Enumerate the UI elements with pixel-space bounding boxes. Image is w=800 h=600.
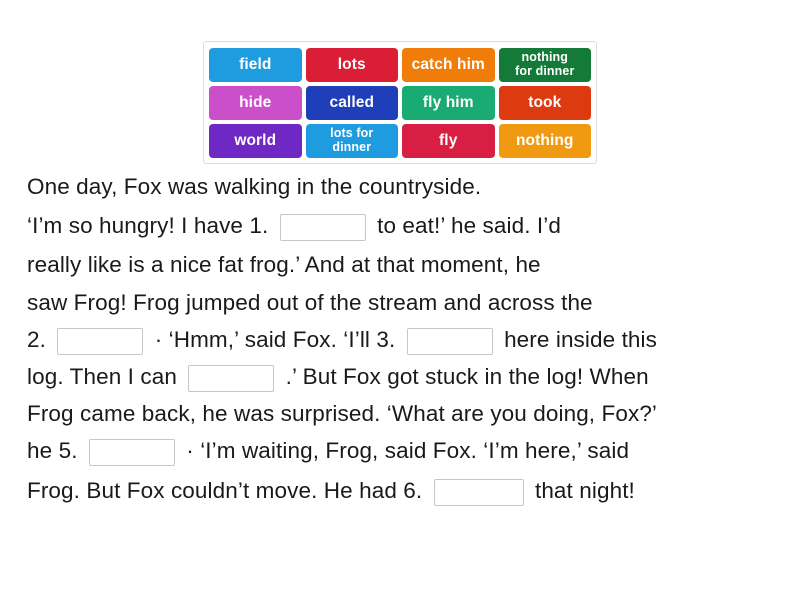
story-line-6: log. Then I can .’ But Fox got stuck in … [27,358,775,395]
story-line-8-suffix: · ‘I’m waiting, Frog, said Fox. ‘I’m her… [186,438,630,463]
word-tile-fly-him[interactable]: fly him [402,86,495,120]
story-line-2-prefix: ‘I’m so hungry! I have 1. [27,213,269,238]
answer-blank-2[interactable] [57,327,144,355]
answer-blank-3[interactable] [406,327,493,355]
word-bank: field lots catch him nothing for dinner … [203,41,597,164]
story-line-5: 2. · ‘Hmm,’ said Fox. ‘I’ll 3. here insi… [27,321,775,358]
story-line-7: Frog came back, he was surprised. ‘What … [27,395,775,432]
word-tile-lots[interactable]: lots [305,48,398,82]
story-line-7-text: Frog came back, he was surprised. ‘What … [27,401,658,426]
story-line-5-middle: · ‘Hmm,’ said Fox. ‘I’ll 3. [154,327,396,352]
story-line-5-prefix: 2. [27,327,46,352]
word-bank-row: field lots catch him nothing for dinner [209,48,591,82]
story-line-9-suffix: that night! [534,478,635,503]
story-line-1: One day, Fox was walking in the countrys… [27,168,775,205]
story-line-1-text: One day, Fox was walking in the countrys… [27,174,482,199]
word-tile-field[interactable]: field [209,48,302,82]
word-tile-nothing[interactable]: nothing [498,124,591,158]
answer-blank-5[interactable] [88,438,175,466]
story-text: One day, Fox was walking in the countrys… [27,168,775,513]
word-tile-hide[interactable]: hide [209,86,302,120]
story-line-2: ‘I’m so hungry! I have 1. to eat!’ he sa… [27,205,775,246]
story-line-4-text: saw Frog! Frog jumped out of the stream … [27,290,593,315]
word-tile-world[interactable]: world [209,124,302,158]
story-line-9: Frog. But Fox couldn’t move. He had 6. t… [27,469,775,513]
story-line-5-suffix: here inside this [504,327,657,352]
word-tile-lots-for-dinner[interactable]: lots for dinner [305,124,398,158]
story-line-6-prefix: log. Then I can [27,364,177,389]
answer-blank-6[interactable] [433,478,524,506]
story-line-6-suffix: .’ But Fox got stuck in the log! When [285,364,649,389]
story-line-4: saw Frog! Frog jumped out of the stream … [27,284,775,321]
answer-blank-1[interactable] [279,213,366,241]
word-tile-fly[interactable]: fly [402,124,495,158]
story-line-3: really like is a nice fat frog.’ And at … [27,246,775,284]
story-line-9-prefix: Frog. But Fox couldn’t move. He had 6. [27,478,423,503]
answer-blank-4[interactable] [188,364,275,392]
story-line-8: he 5. · ‘I’m waiting, Frog, said Fox. ‘I… [27,432,775,469]
word-bank-row: hide called fly him took [209,86,591,120]
story-line-2-suffix: to eat!’ he said. I’d [377,213,561,238]
word-tile-catch-him[interactable]: catch him [402,48,495,82]
story-line-8-prefix: he 5. [27,438,78,463]
word-bank-row: world lots for dinner fly nothing [209,124,591,158]
word-tile-nothing-for-dinner[interactable]: nothing for dinner [498,48,591,82]
word-tile-took[interactable]: took [498,86,591,120]
story-line-3-text: really like is a nice fat frog.’ And at … [27,252,541,277]
word-tile-called[interactable]: called [305,86,398,120]
